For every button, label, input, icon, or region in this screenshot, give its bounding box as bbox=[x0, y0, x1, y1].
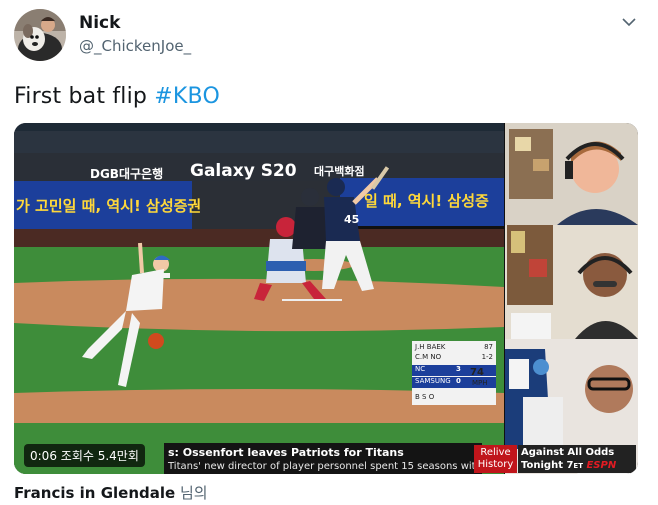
relive-history-badge: Relive History bbox=[474, 445, 517, 473]
attribution-suffix: 님의 bbox=[175, 484, 208, 502]
promo-title: Against All Odds bbox=[521, 447, 615, 458]
relive-line1: Relive bbox=[480, 447, 511, 458]
scorebug-score2: 0 bbox=[456, 377, 461, 385]
commentator-panel-1 bbox=[505, 123, 638, 225]
scorebug-pitches: 87 bbox=[484, 343, 493, 351]
view-count: 조회수 5.4만회 bbox=[60, 449, 139, 463]
dog-avatar-icon bbox=[14, 9, 66, 61]
scorebug: J.H BAEK 87 C.M NO 1-2 NC 3 SAMSUNG 0 74 MPH… bbox=[412, 341, 496, 405]
ad-right-banner: 일 때, 역시! 삼성증 bbox=[364, 192, 489, 210]
video-time-views[interactable]: 0:06 조회수 5.4만회 bbox=[24, 444, 145, 467]
video-player[interactable]: 45 DGB대구은행 Galaxy S20 대구백화점 가 고민일 때, 역시!… bbox=[14, 123, 638, 474]
author-avatar[interactable] bbox=[14, 9, 66, 61]
relive-line2: History bbox=[477, 459, 514, 470]
ad-galaxy: Galaxy S20 bbox=[190, 161, 297, 181]
attribution-name[interactable]: Francis in Glendale bbox=[14, 484, 175, 502]
commentator-panel-2 bbox=[505, 225, 638, 339]
ticker-subline: Titans' new director of player personnel… bbox=[168, 461, 506, 472]
author-handle[interactable]: @_ChickenJoe_ bbox=[79, 37, 191, 55]
ad-bank: DGB대구은행 bbox=[90, 167, 164, 181]
promo-et: ET bbox=[573, 462, 583, 470]
news-ticker: s: Ossenfort leaves Patriots for Titans … bbox=[164, 443, 506, 474]
scorebug-team2: SAMSUNG bbox=[415, 377, 451, 385]
scorebug-speed-unit: MPH bbox=[472, 379, 488, 387]
promo-time: Tonight 7ET ESPN bbox=[521, 460, 616, 471]
author-name[interactable]: Nick bbox=[79, 13, 120, 33]
scorebug-batter: C.M NO bbox=[415, 353, 442, 361]
video-time: 0:06 bbox=[30, 449, 57, 463]
scorebug-pitcher: J.H BAEK bbox=[415, 343, 446, 351]
promo-time-text: Tonight 7 bbox=[521, 460, 574, 471]
tweet-text-body: First bat flip bbox=[14, 84, 155, 109]
scorebug-team1: NC bbox=[415, 365, 426, 373]
ticker-headline: s: Ossenfort leaves Patriots for Titans bbox=[168, 446, 404, 459]
espn-logo: ESPN bbox=[586, 460, 617, 471]
scorebug-speed: 74 bbox=[470, 367, 484, 378]
ad-left-banner: 가 고민일 때, 역시! 삼성증권 bbox=[16, 197, 202, 215]
scorebug-count: B S O bbox=[415, 393, 435, 401]
media-attribution: Francis in Glendale 님의 bbox=[14, 482, 208, 503]
player-number: 45 bbox=[344, 213, 359, 226]
promo-banner: Against All Odds Tonight 7ET ESPN bbox=[518, 445, 636, 473]
scorebug-score1: 3 bbox=[456, 365, 461, 373]
hashtag-link[interactable]: #KBO bbox=[154, 84, 220, 109]
ad-dept-store: 대구백화점 bbox=[314, 165, 365, 178]
chevron-down-icon[interactable] bbox=[620, 13, 638, 31]
tweet-text: First bat flip #KBO bbox=[14, 84, 220, 109]
scorebug-batter-line: 1-2 bbox=[481, 353, 493, 361]
